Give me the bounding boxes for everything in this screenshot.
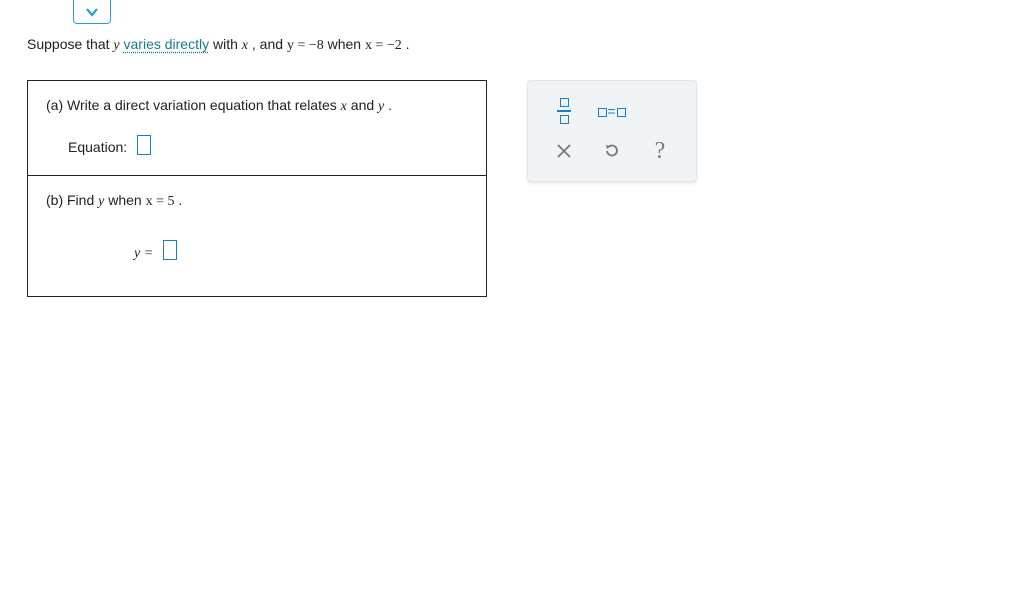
close-icon xyxy=(556,143,572,159)
text: Suppose that xyxy=(27,36,113,52)
part-b-prompt: (b) Find y when x = 5 . xyxy=(46,192,468,210)
text: when xyxy=(108,192,145,208)
text: and xyxy=(351,97,378,113)
text: . xyxy=(178,192,182,208)
text: (b) Find xyxy=(46,192,98,208)
equation-label: Equation: xyxy=(68,139,127,155)
dropdown-tab[interactable] xyxy=(73,0,111,24)
help-button[interactable]: ? xyxy=(636,138,684,165)
clear-button[interactable] xyxy=(540,143,588,159)
equation-template-icon: = xyxy=(598,103,625,119)
fraction-icon xyxy=(557,98,571,124)
fraction-tool[interactable] xyxy=(540,98,588,124)
text: , and xyxy=(252,36,287,52)
problem-box: (a) Write a direct variation equation th… xyxy=(27,80,487,297)
help-icon: ? xyxy=(655,138,666,165)
equation-tool[interactable]: = xyxy=(588,103,636,119)
text: when xyxy=(328,36,365,52)
reset-icon xyxy=(603,142,621,160)
answer-label: y = xyxy=(134,246,157,261)
math-toolbar: = ? xyxy=(527,80,697,182)
condition: x = 5 xyxy=(146,194,175,209)
tool-row-templates: = xyxy=(540,91,684,131)
text: . xyxy=(388,97,392,113)
text: . xyxy=(406,36,410,52)
part-a: (a) Write a direct variation equation th… xyxy=(28,81,486,176)
equation-y: y = −8 xyxy=(287,38,324,53)
text: with xyxy=(213,36,242,52)
term-varies-directly[interactable]: varies directly xyxy=(124,36,210,52)
var-y: y xyxy=(113,38,119,53)
tool-row-actions: ? xyxy=(540,131,684,171)
var-y: y xyxy=(378,99,384,114)
equation-row: Equation: xyxy=(68,135,468,155)
equation-x: x = −2 xyxy=(365,38,402,53)
var-x: x xyxy=(242,38,248,53)
var-y: y xyxy=(98,194,104,209)
reset-button[interactable] xyxy=(588,142,636,160)
part-a-prompt: (a) Write a direct variation equation th… xyxy=(46,97,468,115)
chevron-down-icon xyxy=(85,5,99,19)
answer-row: y = xyxy=(134,240,468,262)
answer-input[interactable] xyxy=(163,240,177,260)
var-x: x xyxy=(341,99,347,114)
part-b: (b) Find y when x = 5 . y = xyxy=(28,176,486,296)
problem-statement: Suppose that y varies directly with x , … xyxy=(27,36,410,54)
equation-input[interactable] xyxy=(137,135,151,155)
text: (a) Write a direct variation equation th… xyxy=(46,97,341,113)
